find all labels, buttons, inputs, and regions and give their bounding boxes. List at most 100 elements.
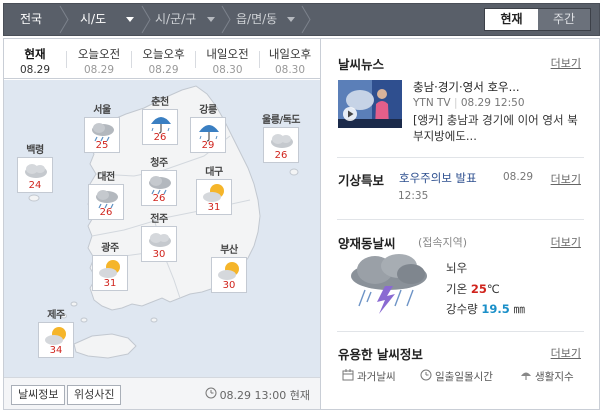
tab-label: 오늘오후 [142, 47, 185, 61]
divider [337, 157, 584, 158]
useful-links: 과거날씨 일출일몰시간 생활지수 [338, 369, 588, 383]
current-view-button[interactable]: 현재 [485, 9, 538, 30]
tab-today-pm[interactable]: 오늘오후 08.29 [132, 39, 195, 79]
city-gwangju[interactable]: 광주 31 [90, 243, 130, 291]
city-temp: 31 [207, 202, 221, 213]
tab-date: 08.29 [83, 64, 115, 76]
weather-box: 26 [141, 170, 177, 206]
city-seoul[interactable]: 서울 25 [82, 105, 122, 153]
chevron-down-icon[interactable] [287, 17, 295, 22]
news-headline[interactable]: 충남·경기·영서 호우... [413, 79, 520, 95]
play-icon[interactable] [342, 106, 358, 122]
satellite-button[interactable]: 위성사진 [67, 385, 122, 405]
weather-box: 30 [211, 257, 247, 293]
city-gangneung[interactable]: 강릉 29 [188, 105, 228, 153]
local-weather-title: 양재동날씨 [338, 236, 396, 251]
city-baengnyeong[interactable]: 백령 24 [15, 145, 55, 193]
cloud-rain-icon [149, 176, 171, 195]
local-more-link[interactable]: 더보기 [551, 234, 581, 250]
temperature-row: 기온 25℃ [446, 281, 500, 297]
chevron-down-icon[interactable] [126, 17, 134, 22]
city-name: 청주 [150, 158, 168, 169]
useful-info-title: 유용한 날씨정보 [338, 347, 423, 362]
clock-icon [205, 387, 217, 399]
rainfall-value: 19.5 [481, 302, 510, 316]
temperature-label: 기온 [446, 282, 468, 296]
city-busan[interactable]: 부산 30 [209, 245, 249, 293]
breadcrumb-separator-icon [58, 4, 70, 35]
weather-box: 25 [84, 117, 120, 153]
cloud-icon [271, 134, 293, 148]
nav-district-select[interactable]: 읍/면/동 [236, 4, 277, 35]
city-cheongju[interactable]: 청주 26 [139, 158, 179, 206]
cloud-rain-icon [96, 190, 118, 209]
tab-tomorrow-am[interactable]: 내일오전 08.30 [196, 39, 259, 79]
city-temp: 25 [95, 140, 109, 151]
umbrella-icon [521, 372, 531, 380]
alert-more-link[interactable]: 더보기 [551, 171, 581, 187]
weather-box: 31 [196, 179, 232, 215]
city-temp: 26 [153, 132, 167, 143]
rainfall-row: 강수량 19.5 ㎜ [446, 301, 525, 317]
nav-city-select[interactable]: 시/군/구 [155, 4, 196, 35]
sunrise-sunset-link[interactable]: 일출일몰시간 [420, 369, 493, 384]
clock-icon [420, 369, 432, 381]
city-temp: 26 [274, 150, 288, 161]
map-bottom-bar: 날씨정보 위성사진 08.29 13:00 현재 [4, 377, 320, 409]
city-temp: 34 [49, 345, 63, 356]
city-chuncheon[interactable]: 춘천 26 [140, 97, 180, 145]
city-name: 제주 [47, 310, 65, 321]
city-temp: 30 [222, 280, 236, 291]
temperature-value: 25 [470, 282, 487, 296]
weather-box: 34 [38, 322, 74, 358]
observation-time: 08.29 13:00 현재 [219, 389, 310, 402]
nav-country[interactable]: 전국 [20, 4, 42, 35]
news-summary[interactable]: [앵커] 충남과 경기에 이어 영서 북부지방에도... [413, 112, 585, 144]
sun-cloud-icon [203, 184, 224, 202]
city-name: 강릉 [199, 105, 217, 116]
news-source-divider: | [450, 97, 461, 109]
weather-box: 24 [17, 157, 53, 193]
city-jeju[interactable]: 제주 34 [36, 310, 76, 358]
tab-now[interactable]: 현재 08.29 [4, 39, 66, 79]
past-weather-link[interactable]: 과거날씨 [342, 369, 396, 384]
city-daegu[interactable]: 대구 31 [194, 167, 234, 215]
city-name: 대구 [205, 167, 223, 178]
living-index-link[interactable]: 생활지수 [520, 369, 574, 384]
rainfall-label: 강수량 [446, 302, 478, 316]
alert-date: 08.29 [503, 171, 534, 183]
news-thumbnail[interactable] [338, 80, 402, 128]
info-panel: 날씨뉴스 더보기 충남·경기·영서 호우... YTN TV | 08.29 1… [321, 38, 600, 410]
weather-box: 31 [92, 255, 128, 291]
weather-box: 26 [88, 184, 124, 220]
news-more-link[interactable]: 더보기 [551, 55, 581, 71]
tab-label: 현재 [24, 47, 46, 61]
city-daejeon[interactable]: 대전 26 [86, 172, 126, 220]
alert-link[interactable]: 호우주의보 발표 [399, 170, 477, 186]
useful-more-link[interactable]: 더보기 [551, 345, 581, 361]
tab-today-am[interactable]: 오늘오전 08.29 [67, 39, 131, 79]
view-toggle: 현재 주간 [484, 8, 591, 31]
city-temp: 26 [99, 207, 113, 218]
city-name: 백령 [26, 145, 44, 156]
city-ulleung-dokdo[interactable]: 울릉/독도 26 [258, 115, 304, 163]
umbrella-icon [199, 125, 219, 142]
chevron-down-icon[interactable] [207, 17, 215, 22]
tab-tomorrow-pm[interactable]: 내일오후 08.30 [260, 39, 320, 79]
divider [337, 219, 584, 220]
sun-cloud-icon [45, 327, 66, 345]
news-title: 날씨뉴스 [338, 57, 385, 72]
nav-province-select[interactable]: 시/도 [80, 4, 106, 35]
cloud-icon [25, 164, 47, 178]
weather-box: 29 [190, 117, 226, 153]
time-tabs: 현재 08.29 오늘오전 08.29 오늘오후 08.29 내일오전 08.3… [4, 39, 320, 79]
weekly-view-button[interactable]: 주간 [538, 9, 590, 30]
weather-info-button[interactable]: 날씨정보 [11, 385, 66, 405]
weather-condition: 뇌우 [446, 261, 468, 275]
news-source: YTN TV | 08.29 12:50 [413, 97, 525, 109]
breadcrumb-separator-icon [220, 4, 232, 35]
city-jeonju[interactable]: 전주 30 [139, 214, 179, 262]
weather-map-panel: 현재 08.29 오늘오전 08.29 오늘오후 08.29 내일오전 08.3… [3, 38, 321, 410]
thunderstorm-icon [351, 254, 427, 314]
tab-date: 08.29 [19, 64, 51, 76]
